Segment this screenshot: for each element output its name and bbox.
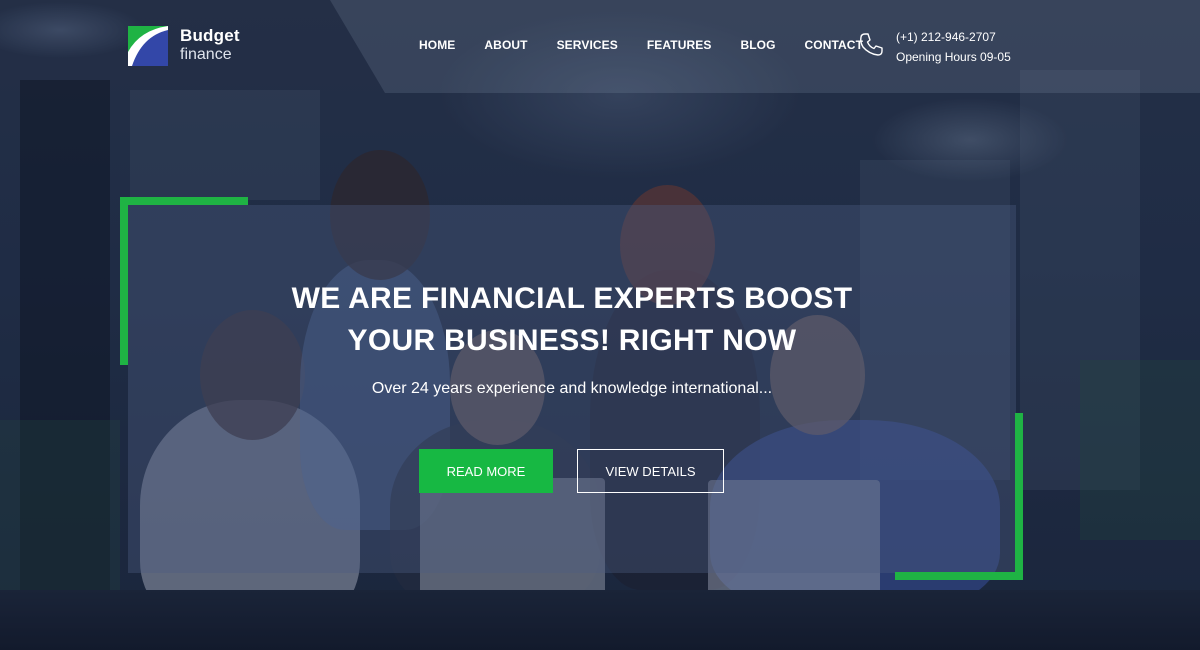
brand-name-line1: Budget	[180, 26, 240, 45]
phone-icon	[860, 33, 883, 56]
contact-phone[interactable]: (+1) 212-946-2707	[896, 27, 1011, 47]
hero-title-line1: WE ARE FINANCIAL EXPERTS BOOST	[291, 282, 853, 315]
nav-item-contact[interactable]: CONTACT	[805, 38, 863, 52]
nav-item-blog[interactable]: BLOG	[740, 38, 775, 52]
nav-item-about[interactable]: ABOUT	[484, 38, 527, 52]
hero-title-line2: YOUR BUSINESS! RIGHT NOW	[347, 324, 797, 357]
hero-title: WE ARE FINANCIAL EXPERTS BOOST YOUR BUSI…	[128, 278, 1016, 362]
brand-logo[interactable]: Budget finance	[128, 26, 240, 66]
corner-accent-top-left	[120, 197, 248, 205]
corner-accent-bottom-right	[895, 572, 1023, 580]
hero-subtitle: Over 24 years experience and knowledge i…	[371, 380, 773, 397]
contact-info: (+1) 212-946-2707 Opening Hours 09-05	[858, 27, 1011, 67]
brand-name: Budget finance	[180, 26, 240, 64]
corner-accent-top-left-vertical	[120, 197, 128, 365]
opening-hours: Opening Hours 09-05	[896, 50, 1011, 64]
nav-item-features[interactable]: FEATURES	[647, 38, 712, 52]
site-header: Budget finance HOME ABOUT SERVICES FEATU…	[0, 0, 1200, 93]
budget-finance-logo-icon	[128, 26, 168, 66]
nav-item-home[interactable]: HOME	[419, 38, 455, 52]
nav-item-services[interactable]: SERVICES	[557, 38, 618, 52]
brand-name-line2: finance	[180, 46, 232, 63]
view-details-button[interactable]: VIEW DETAILS	[577, 449, 724, 493]
main-navigation: HOME ABOUT SERVICES FEATURES BLOG CONTAC…	[419, 38, 892, 52]
read-more-button[interactable]: READ MORE	[419, 449, 553, 493]
corner-accent-bottom-right-vertical	[1015, 413, 1023, 580]
